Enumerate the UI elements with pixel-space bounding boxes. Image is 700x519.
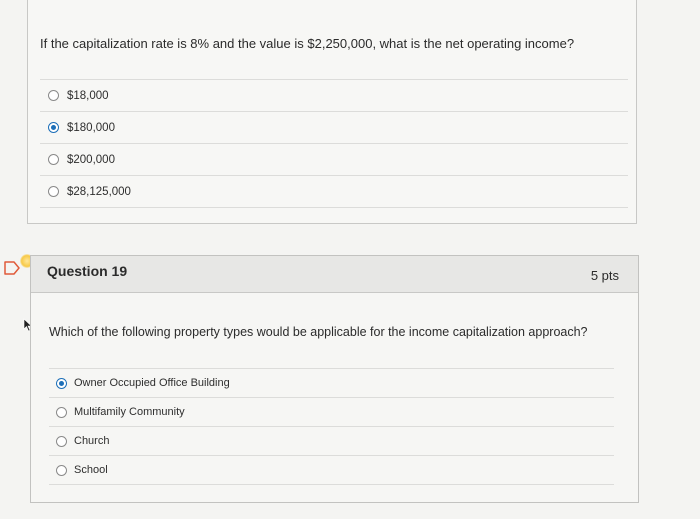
question-title: Question 19 (47, 263, 128, 279)
radio-button[interactable] (48, 186, 59, 197)
answer-label: $180,000 (67, 121, 115, 134)
question-header: Question 19 5 pts (31, 256, 638, 293)
answer-option[interactable]: $180,000 (40, 111, 628, 143)
question-19-answers: Owner Occupied Office Building Multifami… (49, 368, 614, 485)
answer-label: $18,000 (67, 89, 109, 102)
radio-button[interactable] (48, 90, 59, 101)
answer-option[interactable]: Church (49, 426, 614, 455)
radio-button-selected[interactable] (48, 122, 59, 133)
question-points: 5 pts (590, 268, 619, 283)
question-19-text: Which of the following property types wo… (49, 325, 588, 339)
answer-label: $28,125,000 (67, 185, 131, 198)
answer-option[interactable]: Multifamily Community (49, 397, 614, 426)
question-18-text: If the capitalization rate is 8% and the… (40, 36, 575, 51)
answer-option[interactable]: $28,125,000 (40, 175, 628, 208)
answer-option[interactable]: School (49, 455, 614, 485)
question-18-card: If the capitalization rate is 8% and the… (27, 0, 637, 224)
answer-option[interactable]: $200,000 (40, 143, 628, 175)
radio-button[interactable] (48, 154, 59, 165)
answer-label: School (74, 464, 108, 476)
radio-button[interactable] (56, 464, 67, 476)
answer-option[interactable]: $18,000 (40, 79, 628, 111)
radio-button[interactable] (56, 435, 67, 447)
answer-label: Church (74, 435, 110, 447)
question-19-card: Question 19 5 pts Which of the following… (30, 255, 639, 503)
radio-button[interactable] (56, 406, 67, 418)
question-18-answers: $18,000 $180,000 $200,000 $28,125,000 (40, 79, 628, 208)
answer-label: $200,000 (67, 153, 115, 166)
answer-option[interactable]: Owner Occupied Office Building (49, 368, 614, 397)
answer-label: Multifamily Community (74, 406, 185, 418)
answer-label: Owner Occupied Office Building (74, 377, 230, 389)
flag-icon[interactable] (4, 261, 20, 275)
radio-button-selected[interactable] (56, 377, 67, 389)
